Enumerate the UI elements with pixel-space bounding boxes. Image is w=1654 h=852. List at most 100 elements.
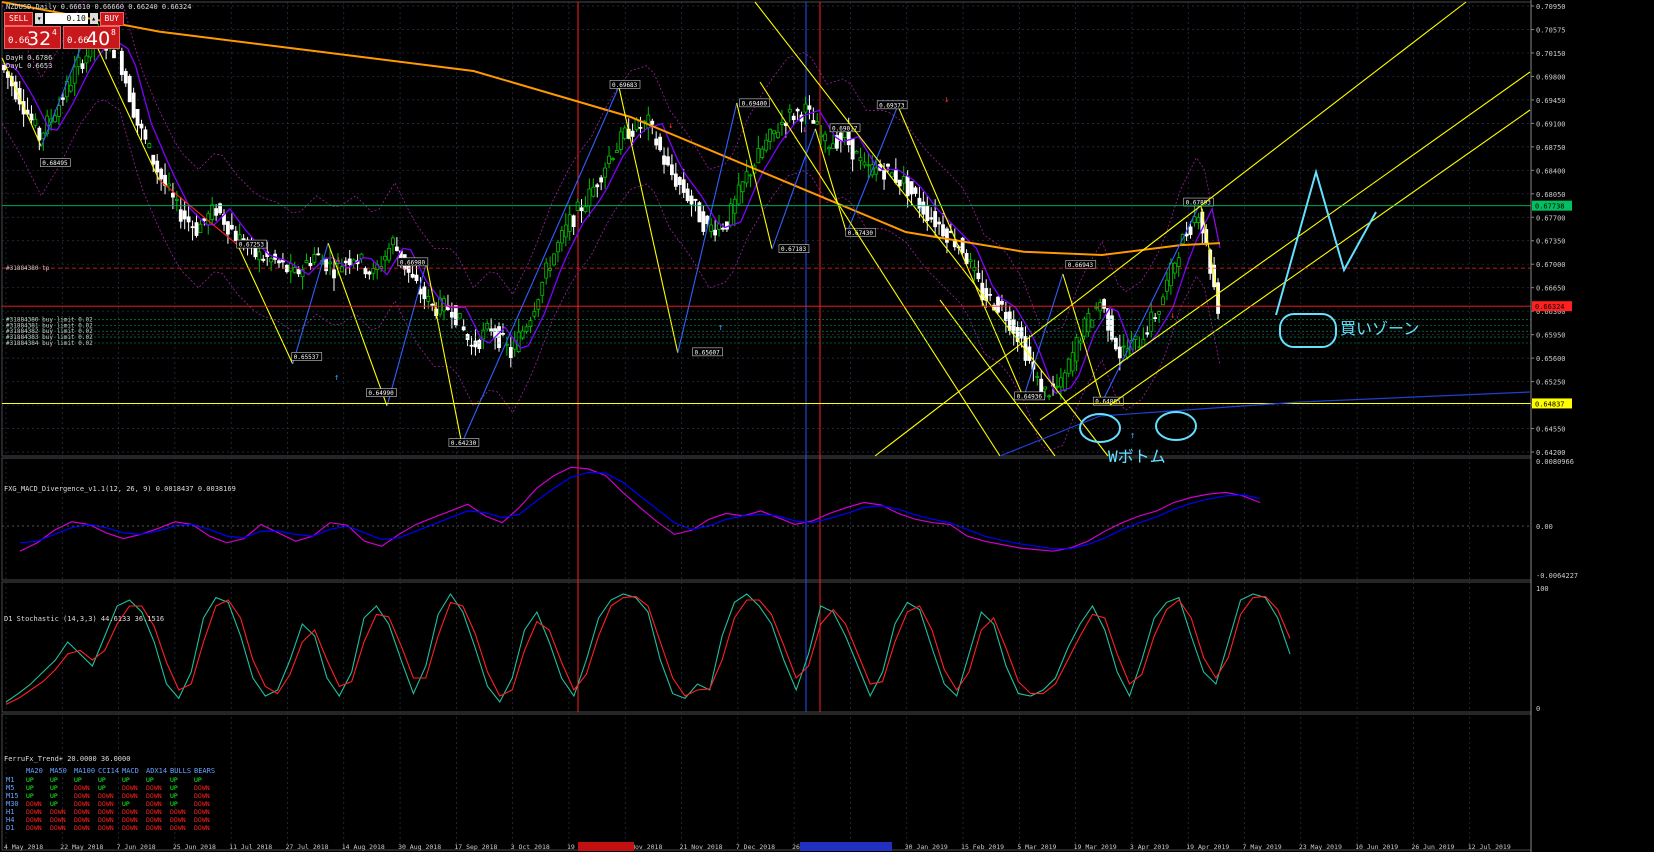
candle-body — [1086, 313, 1091, 333]
trend-cell: DOWN — [146, 816, 162, 824]
candle-body — [776, 131, 780, 138]
candle-body — [68, 84, 73, 92]
candle-body — [556, 242, 560, 253]
candle-body — [732, 198, 737, 214]
trend-cell: UP — [170, 776, 178, 784]
candle-body — [304, 260, 309, 264]
candle-body — [210, 204, 215, 220]
candle-body — [654, 138, 659, 146]
day-low-label: DayL 0.6653 — [6, 62, 52, 70]
buy-price-button[interactable]: 0.66 40 8 — [63, 26, 120, 50]
stochastic-y-label: 100 — [1536, 585, 1549, 593]
x-tick-label: 27 Jul 2018 — [285, 843, 328, 851]
candle-body — [1066, 358, 1071, 374]
trend-cell: DOWN — [170, 824, 186, 832]
candle-body — [80, 63, 85, 69]
candle-body — [84, 55, 89, 64]
stochastic-title: D1 Stochastic (14,3,3) 44.6133 36.1516 — [4, 615, 164, 623]
candle-body — [544, 262, 549, 279]
trend-cell: DOWN — [74, 824, 90, 832]
trend-cell: UP — [98, 776, 106, 784]
candle-body — [229, 224, 234, 230]
candle-body — [410, 273, 415, 278]
candle-body — [563, 224, 568, 238]
y-tick-label: 0.64550 — [1536, 426, 1566, 434]
buy-signal-arrow: ↑ — [718, 323, 723, 333]
candle-body — [540, 281, 545, 296]
sell-price-pips: 32 — [27, 28, 52, 50]
candle-body — [1188, 226, 1193, 235]
candle-body — [477, 339, 482, 350]
candle-body — [76, 56, 81, 68]
trend-cell: DOWN — [98, 808, 114, 816]
candle-body — [850, 138, 855, 160]
trading-chart[interactable]: 0.68495 0.67253 0.65537 0.64990 0.66980 0.642… — [0, 0, 1654, 852]
candle-body — [725, 221, 729, 230]
date-highlight-blue — [800, 842, 892, 851]
trend-cell: DOWN — [26, 816, 42, 824]
candle-body — [803, 103, 808, 113]
lot-size-input[interactable]: 0.10 — [45, 13, 88, 24]
candle-body — [422, 286, 427, 300]
trend-cell: DOWN — [74, 792, 90, 800]
candle-body — [186, 216, 191, 223]
symbol-header: NZDUSD,Daily 0.66610 0.66660 0.66240 0.6… — [6, 3, 191, 11]
x-tick-label: 7 May 2019 — [1243, 843, 1282, 851]
candle-body — [457, 313, 462, 319]
trend-cell: DOWN — [74, 808, 90, 816]
y-tick-label: 0.65250 — [1536, 379, 1566, 387]
candle-body — [677, 176, 682, 185]
trend-title: FerruFx_Trend+ 20.0000 36.0000 — [4, 755, 130, 763]
one-click-trade-panel[interactable]: SELL ▾ 0.10 ▴ BUY 0.66 32 4 0.66 40 8 — [4, 11, 124, 50]
zigzag-label: 0.68495 — [42, 160, 68, 167]
candle-body — [709, 224, 714, 232]
candle-body — [426, 296, 431, 302]
sell-button[interactable]: SELL — [4, 11, 34, 26]
y-tick-label: 0.67700 — [1536, 214, 1566, 222]
candle-body — [363, 267, 368, 275]
candle-body — [167, 183, 171, 187]
candle-body — [559, 230, 564, 244]
candle-body — [159, 168, 164, 180]
candle-body — [901, 176, 906, 184]
candle-body — [139, 123, 144, 129]
y-tick-label: 0.64200 — [1536, 449, 1566, 457]
candle-body — [316, 253, 321, 256]
zigzag-label: 0.64230 — [451, 440, 477, 447]
macd-title: FXG_MACD_Divergence_v1.1(12, 26, 9) 0.00… — [4, 485, 236, 493]
candle-body — [194, 222, 199, 236]
candle-body — [552, 253, 556, 266]
trend-column-header: MACD — [122, 767, 139, 775]
buy-price-pips: 40 — [86, 28, 111, 50]
sell-price-button[interactable]: 0.66 32 4 — [4, 26, 61, 50]
candle-body — [611, 158, 615, 160]
buy-zone-annotation: 買いゾーン — [1340, 319, 1419, 338]
trend-cell: DOWN — [74, 784, 90, 792]
zigzag-label: 0.65537 — [294, 354, 320, 361]
trend-cell: DOWN — [98, 816, 114, 824]
candle-body — [764, 139, 769, 151]
candle-body — [214, 208, 219, 216]
candle-body — [882, 170, 886, 180]
candle-body — [218, 203, 222, 214]
candle-body — [791, 115, 796, 121]
trend-cell: DOWN — [146, 784, 162, 792]
trend-cell: UP — [50, 784, 58, 792]
y-tick-label: 0.65950 — [1536, 332, 1566, 340]
date-highlight-red — [578, 842, 634, 851]
trend-cell: DOWN — [170, 816, 186, 824]
candle-body — [579, 207, 584, 212]
lot-decrease-button[interactable]: ▾ — [35, 13, 44, 24]
candle-body — [591, 186, 596, 197]
candle-body — [862, 161, 867, 166]
trend-cell: UP — [122, 800, 130, 808]
trend-cell: DOWN — [146, 808, 162, 816]
candle-body — [198, 223, 203, 234]
candle-body — [1161, 296, 1165, 306]
candle-body — [670, 164, 674, 176]
candle-body — [618, 131, 623, 150]
x-tick-label: 14 Aug 2018 — [342, 843, 385, 851]
lot-increase-button[interactable]: ▴ — [89, 13, 98, 24]
candle-body — [135, 108, 140, 126]
buy-button[interactable]: BUY — [99, 11, 124, 26]
